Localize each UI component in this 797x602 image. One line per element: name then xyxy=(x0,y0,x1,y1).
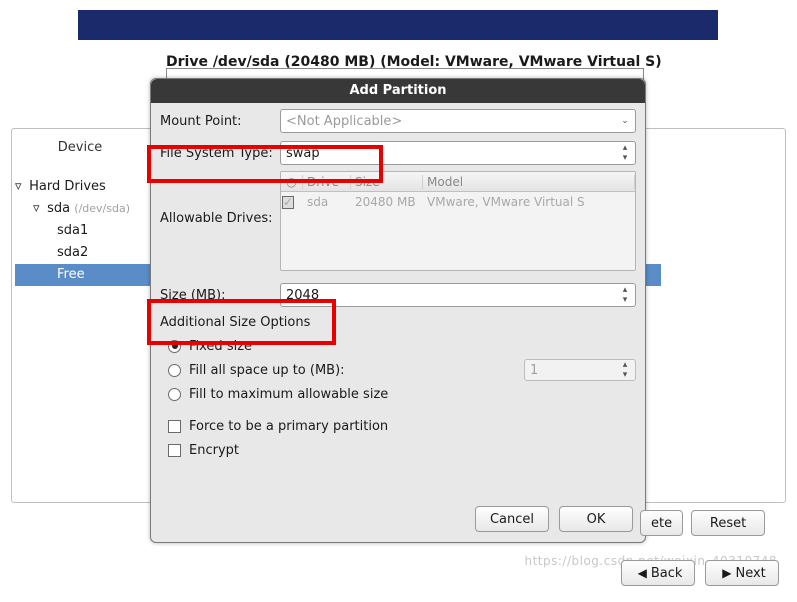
radio-fillmax-label: Fill to maximum allowable size xyxy=(189,387,388,402)
fstype-label: File System Type: xyxy=(160,146,280,161)
next-label: Next xyxy=(735,566,765,581)
tree-root[interactable]: ▿ Hard Drives xyxy=(15,176,150,198)
back-button[interactable]: ◀ Back xyxy=(621,560,695,586)
device-tree: ▿ Hard Drives ▿ sda (/dev/sda) sda1 sda2… xyxy=(15,176,150,286)
fill-up-to-input: 1 ▴▾ xyxy=(524,359,636,381)
drive-row-size: 20480 MB xyxy=(351,195,423,209)
cancel-button[interactable]: Cancel xyxy=(475,506,549,532)
size-value: 2048 xyxy=(286,288,319,303)
tree-disk[interactable]: ▿ sda (/dev/sda) xyxy=(15,198,150,220)
next-button[interactable]: ▶ Next xyxy=(705,560,779,586)
checkbox-icon xyxy=(168,420,181,433)
checkbox-primary-partition[interactable]: Force to be a primary partition xyxy=(160,414,636,438)
radio-fill-up-to[interactable]: Fill all space up to (MB): 1 ▴▾ xyxy=(160,358,636,382)
radio-fillupto-label: Fill all space up to (MB): xyxy=(189,363,524,378)
mount-point-combo[interactable]: <Not Applicable> ⌄ xyxy=(280,109,636,133)
radio-icon xyxy=(168,364,181,377)
ok-button[interactable]: OK xyxy=(559,506,633,532)
chevron-down-icon: ⌄ xyxy=(617,112,633,130)
caret-down-icon: ▿ xyxy=(33,198,43,220)
tree-disk-path: (/dev/sda) xyxy=(74,202,130,215)
mount-point-placeholder: <Not Applicable> xyxy=(286,114,402,129)
checkbox-icon xyxy=(168,444,181,457)
radio-icon xyxy=(168,388,181,401)
tree-partition-2[interactable]: sda2 xyxy=(15,242,150,264)
drive-row-drive: sda xyxy=(303,195,351,209)
drives-col-check: ○ xyxy=(281,175,303,189)
checkbox-encrypt[interactable]: Encrypt xyxy=(160,438,636,462)
checkbox-encrypt-label: Encrypt xyxy=(189,443,239,458)
allowable-drives-table[interactable]: ○ Drive Size Model ✓ sda 20480 MB VMware… xyxy=(280,171,636,271)
tree-root-label: Hard Drives xyxy=(29,179,106,194)
arrow-left-icon: ◀ xyxy=(638,566,647,580)
drive-row-model: VMware, VMware Virtual S xyxy=(423,195,635,209)
tree-partition-1[interactable]: sda1 xyxy=(15,220,150,242)
fstype-value: swap xyxy=(286,146,320,161)
additional-size-options-label: Additional Size Options xyxy=(160,315,636,330)
dialog-title: Add Partition xyxy=(151,79,645,103)
spinner-icon[interactable]: ▴▾ xyxy=(617,286,633,304)
checkbox-primary-label: Force to be a primary partition xyxy=(189,419,388,434)
drive-row-checkbox[interactable]: ✓ xyxy=(282,196,294,209)
drives-col-size: Size xyxy=(351,175,423,189)
back-label: Back xyxy=(651,566,683,581)
updown-icon: ▴▾ xyxy=(617,144,633,162)
drives-col-drive: Drive xyxy=(303,175,351,189)
allowable-drives-label: Allowable Drives: xyxy=(160,171,280,226)
drives-table-header: ○ Drive Size Model xyxy=(281,172,635,192)
tree-disk-label: sda xyxy=(47,201,70,216)
drives-col-model: Model xyxy=(423,175,635,189)
top-banner xyxy=(78,10,718,40)
reset-button[interactable]: Reset xyxy=(691,510,765,536)
drives-row[interactable]: ✓ sda 20480 MB VMware, VMware Virtual S xyxy=(281,192,635,212)
radio-fixed-size[interactable]: Fixed size xyxy=(160,334,636,358)
fill-up-to-value: 1 xyxy=(530,363,538,378)
radio-fill-max[interactable]: Fill to maximum allowable size xyxy=(160,382,636,406)
radio-icon xyxy=(168,340,181,353)
radio-fixed-label: Fixed size xyxy=(189,339,252,354)
column-device: Device xyxy=(20,140,140,155)
mount-point-label: Mount Point: xyxy=(160,114,280,129)
caret-down-icon: ▿ xyxy=(15,176,25,198)
arrow-right-icon: ▶ xyxy=(722,566,731,580)
fstype-combo[interactable]: swap ▴▾ xyxy=(280,141,636,165)
size-input[interactable]: 2048 ▴▾ xyxy=(280,283,636,307)
size-label: Size (MB): xyxy=(160,288,280,303)
spinner-icon: ▴▾ xyxy=(617,362,633,378)
add-partition-dialog: Add Partition Mount Point: <Not Applicab… xyxy=(150,78,646,543)
delete-button-partial[interactable]: ete xyxy=(640,510,683,536)
